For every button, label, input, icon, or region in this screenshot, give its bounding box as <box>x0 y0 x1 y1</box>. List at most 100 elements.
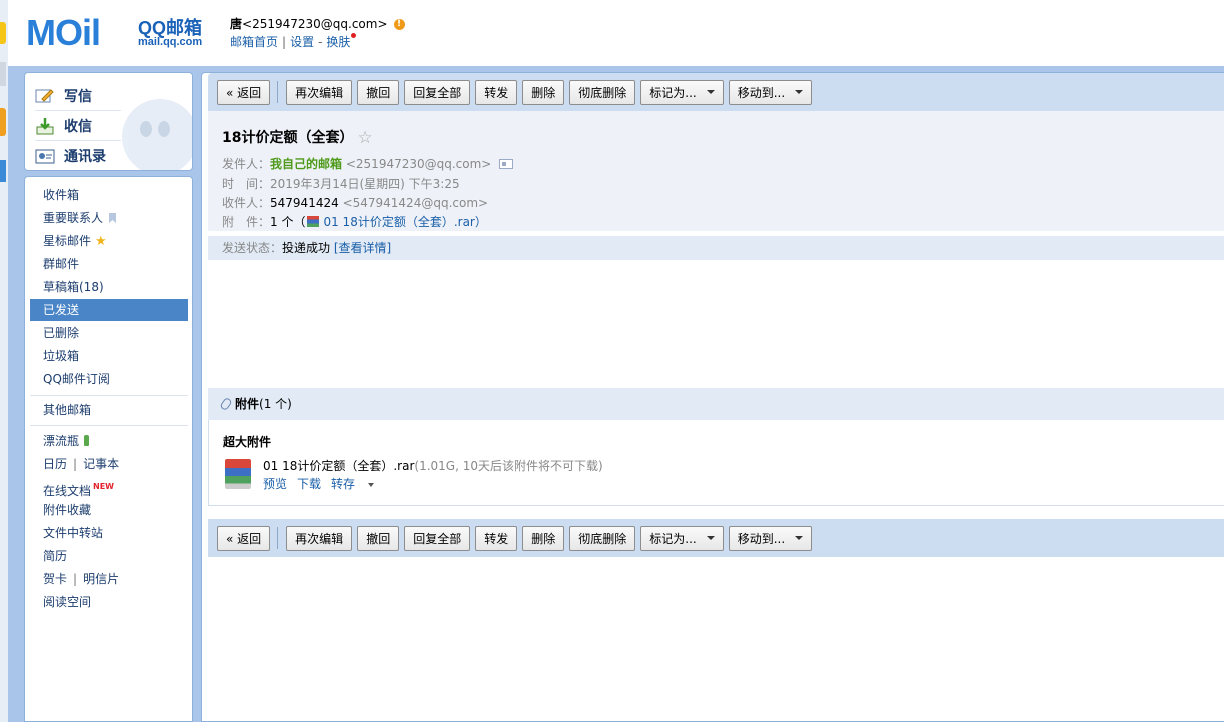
folder-other[interactable]: 其他邮箱 <box>30 399 188 421</box>
to-label: 收件人： <box>222 196 271 210</box>
star-outline-icon[interactable]: ☆ <box>357 128 372 148</box>
preview-link[interactable]: 预览 <box>263 477 287 491</box>
to-name[interactable]: 547941424 <box>270 196 339 210</box>
move-to-dropdown[interactable]: 移动到... <box>728 525 813 551</box>
folder-list: 收件箱 重要联系人 星标邮件 ★ 群邮件 草稿箱(18) 已发送 已删除 垃圾箱 … <box>24 176 193 722</box>
contacts-label: 通讯录 <box>64 149 106 165</box>
delete-forever-button[interactable]: 彻底删除 <box>569 79 636 105</box>
delete-button[interactable]: 删除 <box>522 79 565 105</box>
time-value: 2019年3月14日(星期四) 下午3:25 <box>270 177 460 191</box>
chevron-down-icon <box>795 90 804 94</box>
app-reading[interactable]: 阅读空间 <box>30 591 188 613</box>
new-badge: NEW <box>93 482 114 491</box>
folder-drafts[interactable]: 草稿箱(18) <box>30 276 188 298</box>
chevron-down-icon <box>795 536 804 540</box>
write-mail-button[interactable]: 写信 <box>35 83 185 109</box>
app-calendar-link[interactable]: 日历 <box>43 457 67 471</box>
app-resume[interactable]: 简历 <box>30 545 188 567</box>
chevron-down-icon <box>706 536 715 540</box>
move-to-dropdown[interactable]: 移动到... <box>728 79 813 105</box>
settings-link[interactable]: 设置 <box>290 35 314 49</box>
toolbar-top: « 返回 再次编辑 撤回 回复全部 转发 删除 彻底删除 标记为... 移动到.… <box>208 73 1224 111</box>
edge-tab-2[interactable] <box>0 62 6 86</box>
reedit-button[interactable]: 再次编辑 <box>286 525 353 551</box>
quick-divider <box>35 110 121 111</box>
paperclip-icon <box>219 396 233 412</box>
receive-mail-button[interactable]: 收信 <box>35 113 185 139</box>
app-docs[interactable]: 在线文档 NEW <box>30 476 188 498</box>
warning-icon[interactable]: ! <box>393 19 405 30</box>
user-info: 唐<251947230@qq.com>! <box>230 15 405 32</box>
attachments-title: 附件 <box>235 397 260 411</box>
user-email: <251947230@qq.com> <box>242 17 388 31</box>
mail-home-link[interactable]: 邮箱首页 <box>230 35 278 49</box>
app-postcards-link[interactable]: 明信片 <box>83 572 119 586</box>
chevron-down-icon <box>706 90 715 94</box>
big-attachment-title: 超大附件 <box>223 435 272 449</box>
status-details-link[interactable]: [查看详情] <box>334 241 391 255</box>
mark-as-dropdown[interactable]: 标记为... <box>640 525 724 551</box>
delete-button[interactable]: 删除 <box>522 525 565 551</box>
app-cards-link[interactable]: 贺卡 <box>43 572 67 586</box>
mail-panel: « 返回 再次编辑 撤回 回复全部 转发 删除 彻底删除 标记为... 移动到.… <box>201 72 1224 722</box>
new-dot-icon <box>351 33 357 38</box>
send-status: 发送状态：投递成功 [查看详情] <box>208 236 1224 260</box>
recall-button[interactable]: 撤回 <box>357 525 400 551</box>
forward-button[interactable]: 转发 <box>475 79 518 105</box>
attach-close-paren: ） <box>474 215 487 229</box>
quick-divider <box>35 140 121 141</box>
download-link[interactable]: 下载 <box>297 477 321 491</box>
logo-mail-text: MOil <box>26 12 101 53</box>
forward-button[interactable]: 转发 <box>475 525 518 551</box>
folder-other-label: 其他邮箱 <box>43 403 92 417</box>
folder-starred[interactable]: 星标邮件 ★ <box>30 230 188 252</box>
contact-card-icon[interactable] <box>499 159 514 169</box>
edge-tab-4[interactable] <box>0 160 6 182</box>
folder-spam-label: 垃圾箱 <box>43 349 80 363</box>
contacts-button[interactable]: 通讯录 <box>35 143 185 169</box>
folder-spam[interactable]: 垃圾箱 <box>30 345 188 367</box>
folder-important[interactable]: 重要联系人 <box>30 207 188 229</box>
folder-inbox[interactable]: 收件箱 <box>30 184 188 206</box>
from-name[interactable]: 我自己的邮箱 <box>270 157 342 171</box>
back-button[interactable]: « 返回 <box>217 525 271 551</box>
app-reading-label: 阅读空间 <box>43 595 92 609</box>
change-skin-link[interactable]: 换肤 <box>326 35 350 49</box>
rar-archive-icon <box>307 216 320 227</box>
attach-label: 附 件： <box>222 215 271 229</box>
header: MOil QQ邮箱 mail.qq.com 唐<251947230@qq.com… <box>8 0 1224 66</box>
reply-all-button[interactable]: 回复全部 <box>404 525 471 551</box>
edge-tab-3[interactable] <box>0 108 6 136</box>
edge-tab-1[interactable] <box>0 22 6 44</box>
bottle-icon <box>84 435 90 446</box>
user-name: 唐 <box>230 17 243 31</box>
save-to-dropdown[interactable]: 转存 <box>331 477 384 491</box>
recall-button[interactable]: 撤回 <box>357 79 400 105</box>
attachment-file-info: (1.01G, 10天后该附件将不可下载) <box>414 459 603 473</box>
folder-deleted-label: 已删除 <box>43 326 80 340</box>
back-button[interactable]: « 返回 <box>217 79 271 105</box>
app-resume-label: 简历 <box>43 549 68 563</box>
qq-mail-logo[interactable]: MOil QQ邮箱 mail.qq.com <box>26 10 216 54</box>
user-links: 邮箱首页 | 设置 - 换肤 <box>230 33 357 50</box>
folder-drafts-label: 草稿箱(18) <box>43 280 104 294</box>
mark-as-dropdown[interactable]: 标记为... <box>640 79 724 105</box>
reedit-button[interactable]: 再次编辑 <box>286 79 353 105</box>
folder-group-label: 群邮件 <box>43 257 80 271</box>
delete-forever-button[interactable]: 彻底删除 <box>569 525 636 551</box>
app-bottle[interactable]: 漂流瓶 <box>30 430 188 452</box>
reply-all-button[interactable]: 回复全部 <box>404 79 471 105</box>
attach-link[interactable]: 01 18计价定额（全套）.rar <box>323 215 474 229</box>
folder-group[interactable]: 群邮件 <box>30 253 188 275</box>
app-attach-fav[interactable]: 附件收藏 <box>30 499 188 521</box>
app-file-transfer[interactable]: 文件中转站 <box>30 522 188 544</box>
folder-inbox-label: 收件箱 <box>43 188 80 202</box>
folder-subscriptions[interactable]: QQ邮件订阅 <box>30 368 188 390</box>
status-value: 投递成功 <box>282 241 331 255</box>
app-notes-link[interactable]: 记事本 <box>83 457 119 471</box>
app-attach-fav-label: 附件收藏 <box>43 503 92 517</box>
folder-deleted[interactable]: 已删除 <box>30 322 188 344</box>
folder-sent[interactable]: 已发送 <box>30 299 188 321</box>
folder-divider <box>30 395 188 396</box>
app-bottle-label: 漂流瓶 <box>43 434 80 448</box>
